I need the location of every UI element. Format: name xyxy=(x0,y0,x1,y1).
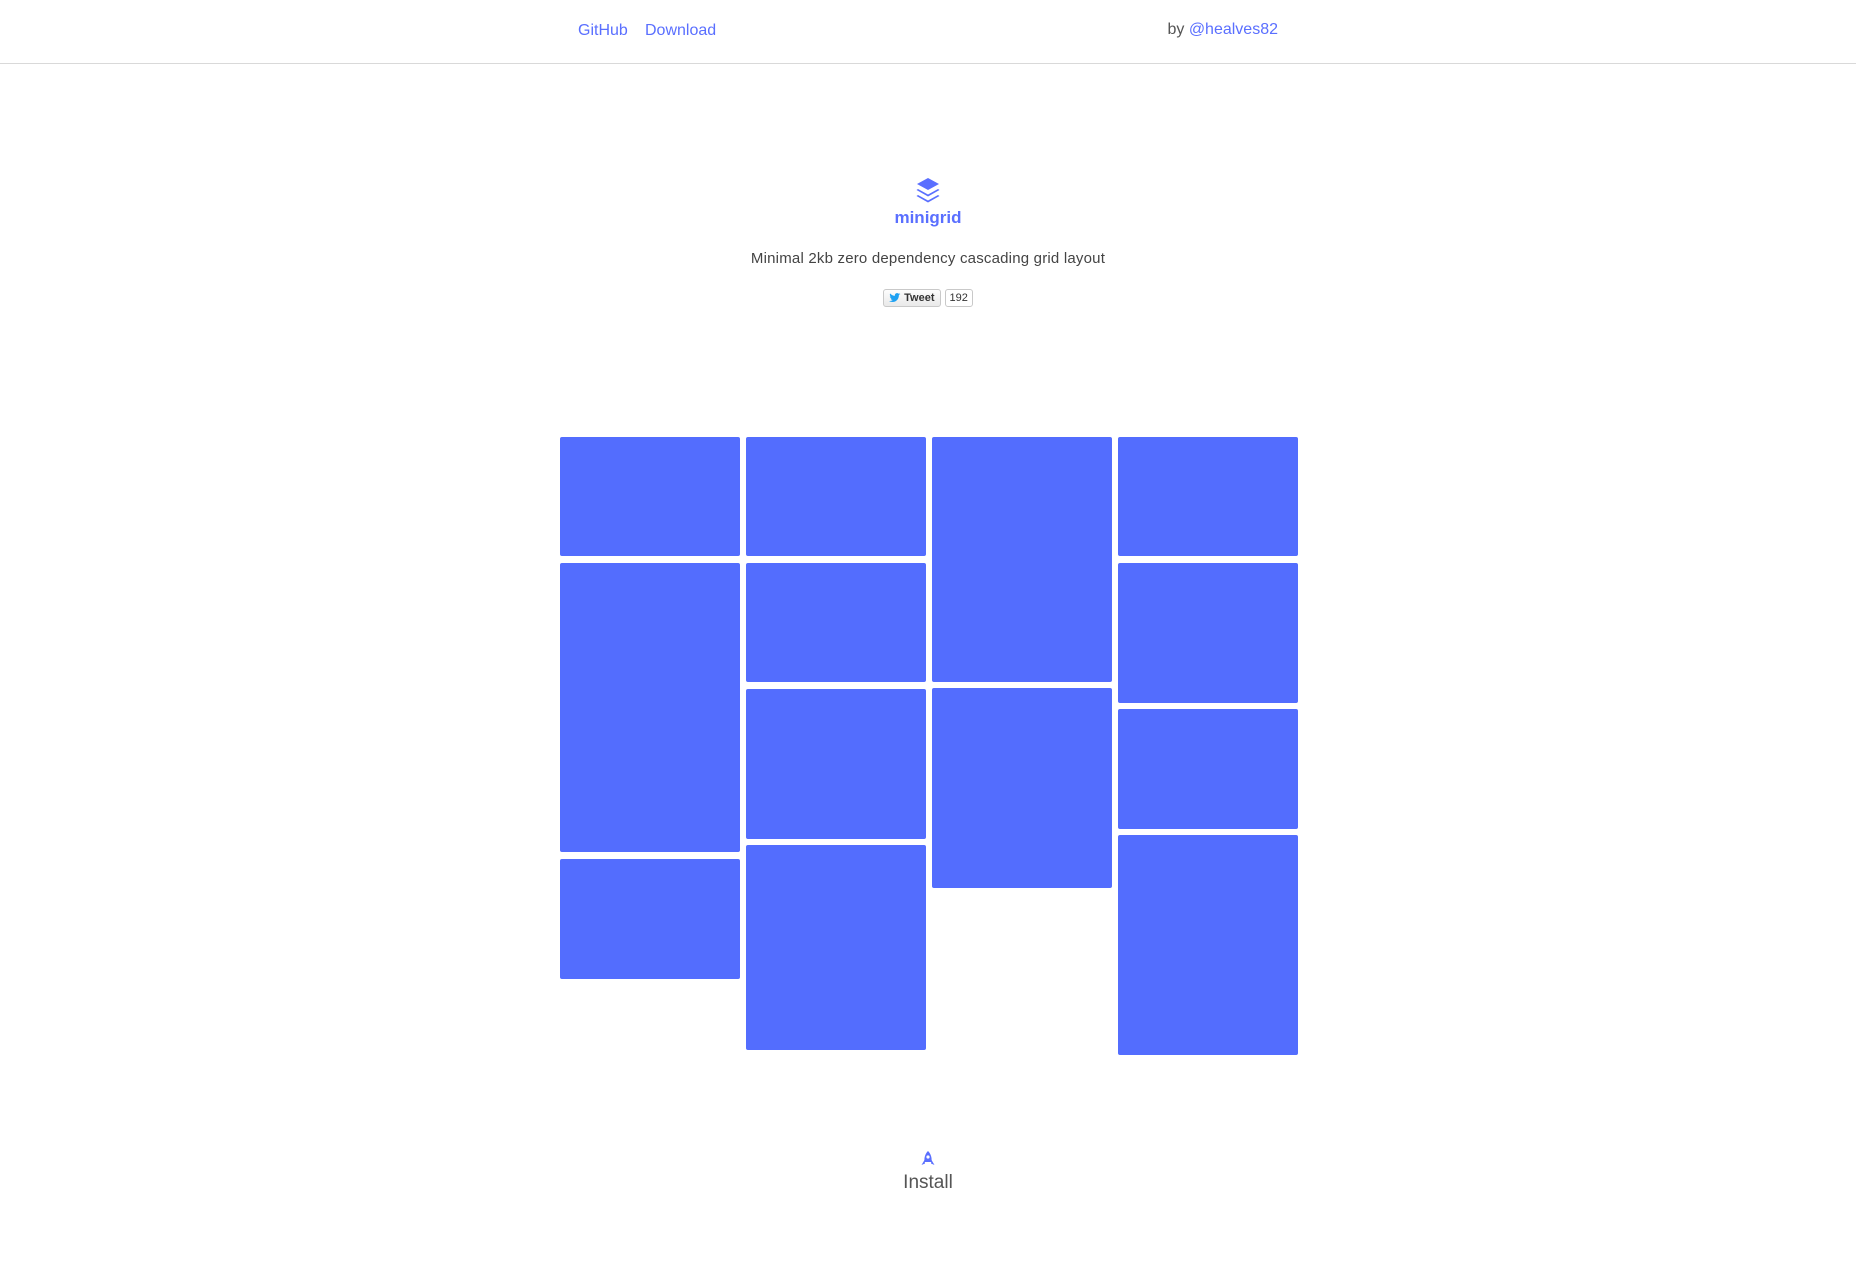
author-byline: by @healves82 xyxy=(1167,21,1278,39)
tweet-label: Tweet xyxy=(904,292,935,304)
grid-item xyxy=(560,859,740,979)
hero-section: minigrid Minimal 2kb zero dependency cas… xyxy=(0,176,1856,308)
github-link[interactable]: GitHub xyxy=(578,22,628,40)
grid-item xyxy=(560,437,740,556)
install-section: Install xyxy=(0,1150,1856,1194)
byline-prefix: by xyxy=(1167,21,1185,38)
grid-item xyxy=(1118,835,1298,1055)
brand-title: minigrid xyxy=(894,208,962,227)
grid-item xyxy=(560,563,740,852)
grid-item xyxy=(746,845,926,1050)
tweet-count: 192 xyxy=(944,289,973,307)
grid-item xyxy=(746,689,926,839)
grid-item xyxy=(1118,709,1298,829)
grid-item xyxy=(932,437,1112,682)
tweet-widget: Tweet 192 xyxy=(883,289,973,307)
download-link[interactable]: Download xyxy=(645,22,716,40)
grid-item xyxy=(1118,563,1298,703)
grid-item xyxy=(932,688,1112,888)
twitter-bird-icon xyxy=(889,293,901,302)
tagline: Minimal 2kb zero dependency cascading gr… xyxy=(750,250,1106,267)
grid-item xyxy=(1118,437,1298,556)
top-navigation-bar: GitHub Download by @healves82 xyxy=(0,0,1856,64)
grid-item xyxy=(746,437,926,556)
layers-icon xyxy=(916,178,940,203)
demo-grid xyxy=(560,437,1299,1055)
grid-item xyxy=(746,563,926,682)
rocket-icon xyxy=(921,1151,935,1165)
author-link[interactable]: @healves82 xyxy=(1189,21,1278,38)
tweet-button[interactable]: Tweet xyxy=(883,289,941,307)
install-heading[interactable]: Install xyxy=(0,1172,1856,1194)
